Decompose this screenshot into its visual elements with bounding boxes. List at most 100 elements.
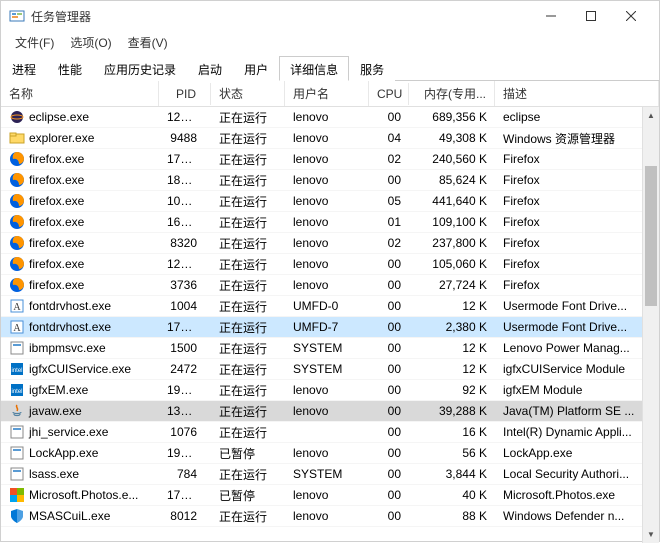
- table-row[interactable]: firefox.exe12944正在运行lenovo00105,060 KFir…: [1, 254, 659, 275]
- defender-icon: [9, 508, 25, 524]
- process-name: firefox.exe: [29, 236, 84, 250]
- table-row[interactable]: explorer.exe9488正在运行lenovo0449,308 KWind…: [1, 128, 659, 149]
- generic-icon: [9, 445, 25, 461]
- cpu: 00: [369, 297, 409, 315]
- status: 正在运行: [211, 212, 285, 233]
- tab-3[interactable]: 启动: [187, 56, 233, 81]
- col-user[interactable]: 用户名: [285, 81, 369, 106]
- table-row[interactable]: ibmpmsvc.exe1500正在运行SYSTEM0012 KLenovo P…: [1, 338, 659, 359]
- photos-icon: [9, 487, 25, 503]
- process-name: javaw.exe: [29, 404, 82, 418]
- svg-text:A: A: [13, 323, 21, 334]
- table-row[interactable]: inteligfxEM.exe19412正在运行lenovo0092 Kigfx…: [1, 380, 659, 401]
- pid: 17708: [159, 318, 211, 336]
- tab-5[interactable]: 详细信息: [279, 56, 349, 81]
- table-row[interactable]: LockApp.exe19760已暂停lenovo0056 KLockApp.e…: [1, 443, 659, 464]
- cpu: 00: [369, 318, 409, 336]
- desc: Firefox: [495, 171, 659, 189]
- table-row[interactable]: lsass.exe784正在运行SYSTEM003,844 KLocal Sec…: [1, 464, 659, 485]
- tab-6[interactable]: 服务: [349, 56, 395, 81]
- mem: 689,356 K: [409, 108, 495, 126]
- col-pid[interactable]: PID: [159, 83, 211, 105]
- desc: Usermode Font Drive...: [495, 297, 659, 315]
- eclipse-icon: [9, 109, 25, 125]
- table-row[interactable]: Afontdrvhost.exe1004正在运行UMFD-00012 KUser…: [1, 296, 659, 317]
- table-row[interactable]: eclipse.exe12780正在运行lenovo00689,356 Kecl…: [1, 107, 659, 128]
- table-row[interactable]: Microsoft.Photos.e...17792已暂停lenovo0040 …: [1, 485, 659, 506]
- intel-icon: intel: [9, 361, 25, 377]
- pid: 13384: [159, 402, 211, 420]
- firefox-icon: [9, 193, 25, 209]
- status: 正在运行: [211, 506, 285, 527]
- mem: 3,844 K: [409, 465, 495, 483]
- process-name: ibmpmsvc.exe: [29, 341, 106, 355]
- tab-2[interactable]: 应用历史记录: [93, 56, 187, 81]
- process-name: explorer.exe: [29, 131, 94, 145]
- process-name: jhi_service.exe: [29, 425, 108, 439]
- menubar: 文件(F) 选项(O) 查看(V): [1, 31, 659, 53]
- cpu: 00: [369, 381, 409, 399]
- cpu: 00: [369, 108, 409, 126]
- desc: Firefox: [495, 150, 659, 168]
- table-row[interactable]: jhi_service.exe1076正在运行0016 KIntel(R) Dy…: [1, 422, 659, 443]
- font-icon: A: [9, 298, 25, 314]
- table-row[interactable]: firefox.exe8320正在运行lenovo02237,800 KFire…: [1, 233, 659, 254]
- mem: 441,640 K: [409, 192, 495, 210]
- scroll-thumb[interactable]: [645, 166, 657, 306]
- table-row[interactable]: Afontdrvhost.exe17708正在运行UMFD-7002,380 K…: [1, 317, 659, 338]
- col-name[interactable]: 名称: [1, 81, 159, 106]
- user: UMFD-7: [285, 318, 369, 336]
- table-row[interactable]: firefox.exe17672正在运行lenovo02240,560 KFir…: [1, 149, 659, 170]
- menu-options[interactable]: 选项(O): [62, 32, 119, 53]
- table-row[interactable]: firefox.exe3736正在运行lenovo0027,724 KFiref…: [1, 275, 659, 296]
- cpu: 00: [369, 276, 409, 294]
- desc: eclipse: [495, 108, 659, 126]
- mem: 85,624 K: [409, 171, 495, 189]
- close-button[interactable]: [611, 2, 651, 30]
- table-body: eclipse.exe12780正在运行lenovo00689,356 Kecl…: [1, 107, 659, 527]
- table-row[interactable]: MSASCuiL.exe8012正在运行lenovo0088 KWindows …: [1, 506, 659, 527]
- tab-0[interactable]: 进程: [1, 56, 47, 81]
- minimize-button[interactable]: [531, 2, 571, 30]
- pid: 784: [159, 465, 211, 483]
- col-status[interactable]: 状态: [211, 81, 285, 106]
- mem: 39,288 K: [409, 402, 495, 420]
- tab-4[interactable]: 用户: [233, 56, 279, 81]
- menu-file[interactable]: 文件(F): [7, 32, 62, 53]
- process-name: eclipse.exe: [29, 110, 89, 124]
- tab-1[interactable]: 性能: [47, 56, 93, 81]
- table-row[interactable]: inteligfxCUIService.exe2472正在运行SYSTEM001…: [1, 359, 659, 380]
- table-row[interactable]: firefox.exe10296正在运行lenovo05441,640 KFir…: [1, 191, 659, 212]
- maximize-button[interactable]: [571, 2, 611, 30]
- window-title: 任务管理器: [31, 8, 531, 25]
- pid: 1076: [159, 423, 211, 441]
- scrollbar[interactable]: ▲ ▼: [642, 107, 659, 543]
- app-icon: [9, 8, 25, 24]
- desc: Firefox: [495, 192, 659, 210]
- pid: 17672: [159, 150, 211, 168]
- menu-view[interactable]: 查看(V): [120, 32, 176, 53]
- desc: igfxEM Module: [495, 381, 659, 399]
- table-row[interactable]: firefox.exe18912正在运行lenovo0085,624 KFire…: [1, 170, 659, 191]
- tabs: 进程性能应用历史记录启动用户详细信息服务: [1, 55, 659, 81]
- pid: 19412: [159, 381, 211, 399]
- user: lenovo: [285, 213, 369, 231]
- scroll-up-button[interactable]: ▲: [643, 107, 659, 124]
- status: 正在运行: [211, 128, 285, 149]
- table-row[interactable]: javaw.exe13384正在运行lenovo0039,288 KJava(T…: [1, 401, 659, 422]
- mem: 12 K: [409, 339, 495, 357]
- pid: 19760: [159, 444, 211, 462]
- cpu: 00: [369, 255, 409, 273]
- generic-icon: [9, 340, 25, 356]
- pid: 10296: [159, 192, 211, 210]
- scroll-down-button[interactable]: ▼: [643, 526, 659, 543]
- col-mem[interactable]: 内存(专用...: [409, 81, 495, 106]
- status: 正在运行: [211, 296, 285, 317]
- user: lenovo: [285, 381, 369, 399]
- table-row[interactable]: firefox.exe16544正在运行lenovo01109,100 KFir…: [1, 212, 659, 233]
- explorer-icon: [9, 130, 25, 146]
- col-cpu[interactable]: CPU: [369, 83, 409, 105]
- status: 正在运行: [211, 275, 285, 296]
- pid: 8012: [159, 507, 211, 525]
- col-desc[interactable]: 描述: [495, 81, 659, 106]
